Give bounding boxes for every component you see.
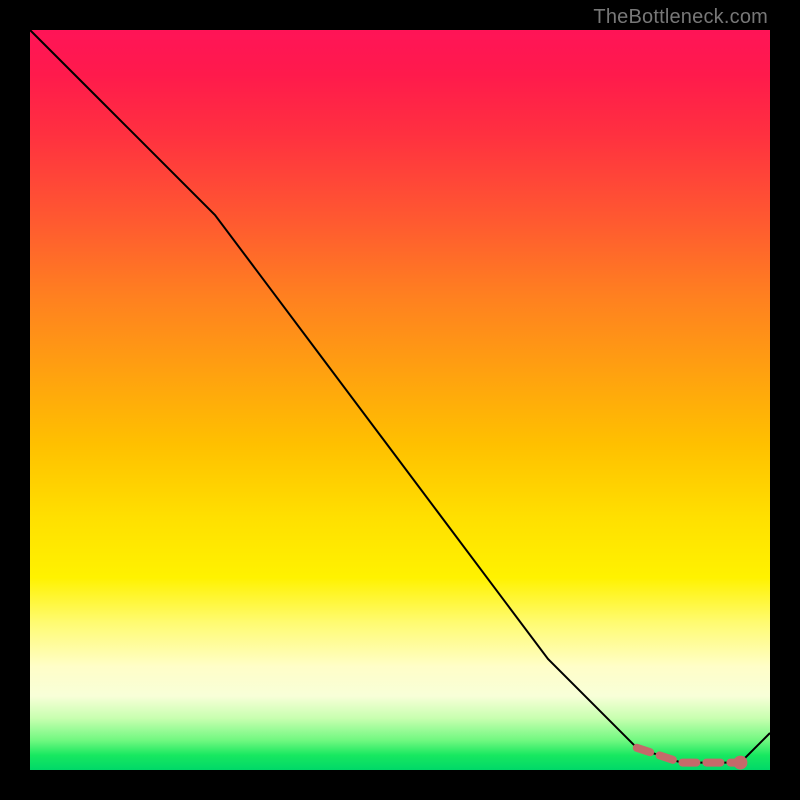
curve-path [30, 30, 770, 763]
curve-endpoint-marker [733, 756, 747, 770]
watermark-text: TheBottleneck.com [593, 6, 768, 29]
curve-highlight [637, 748, 741, 763]
bottleneck-line-chart [30, 30, 770, 770]
chart-frame: TheBottleneck.com [0, 0, 800, 800]
